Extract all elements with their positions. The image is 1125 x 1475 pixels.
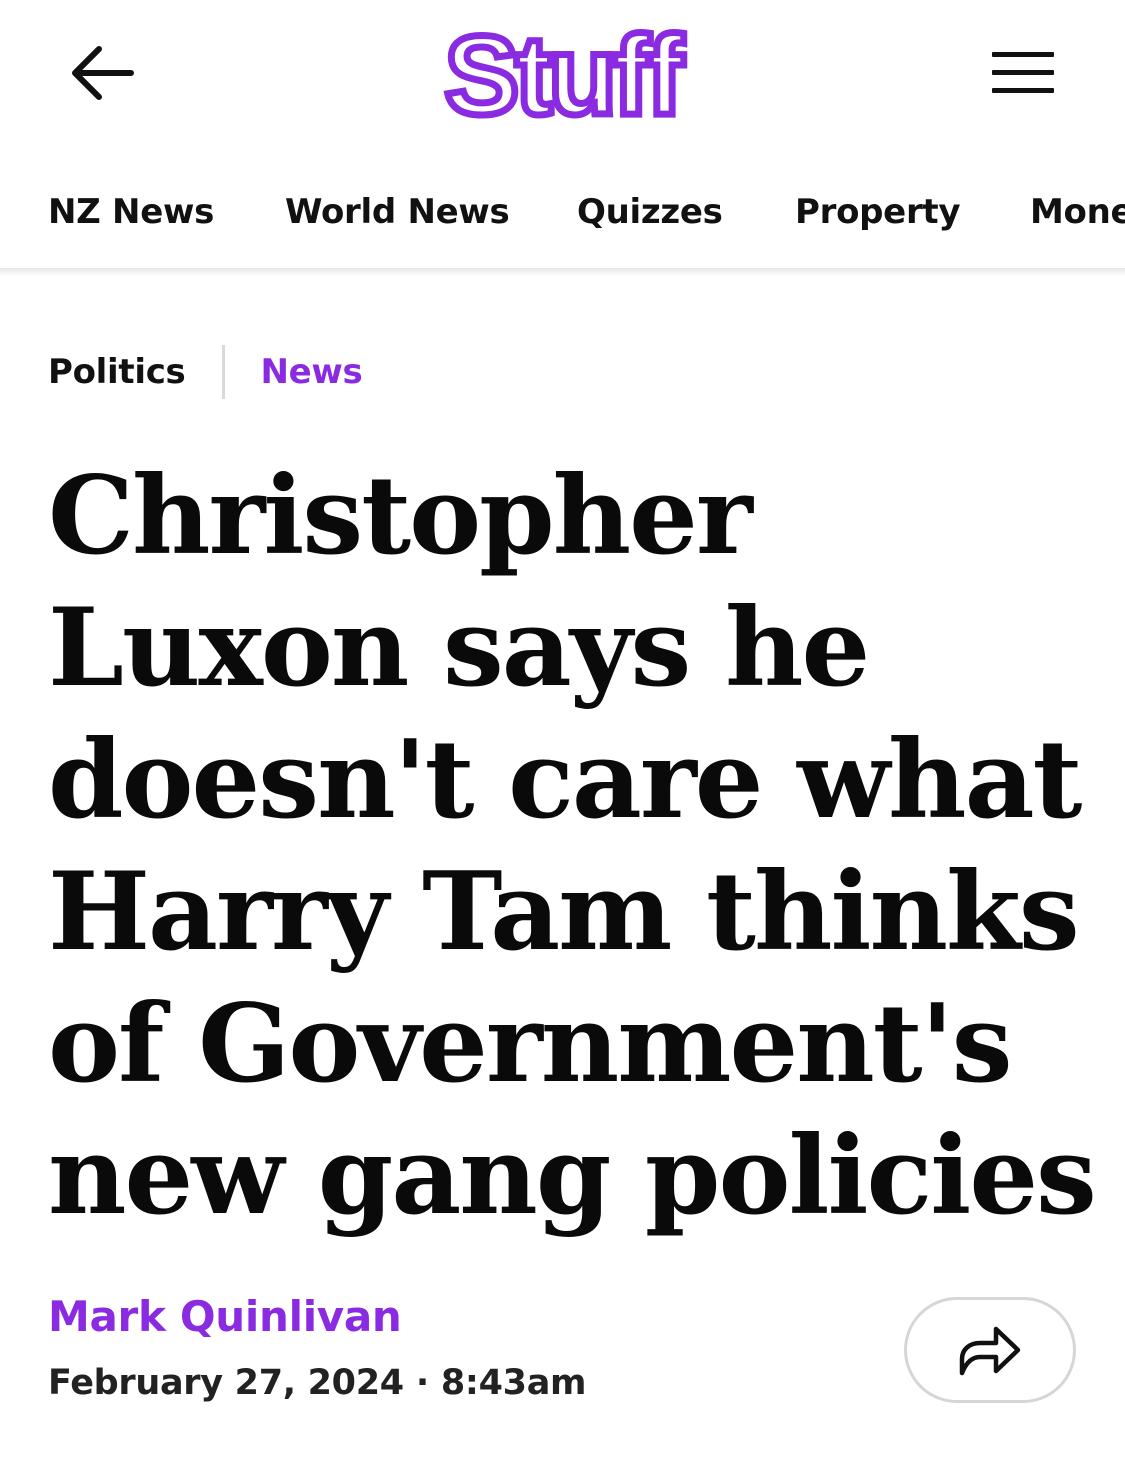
nav-item-world-news[interactable]: World News <box>285 192 510 232</box>
nav-item-property[interactable]: Property <box>795 192 961 232</box>
author-link[interactable]: Mark Quinlivan <box>48 1292 402 1341</box>
nav-item-money[interactable]: Mone <box>1030 192 1125 232</box>
nav-divider <box>0 268 1125 276</box>
section-nav: NZ News World News Quizzes Property Mone <box>0 168 1125 270</box>
date-separator: · <box>415 1363 429 1403</box>
menu-button[interactable] <box>985 42 1061 104</box>
logo-text: Stuff <box>444 18 684 128</box>
article-category-row: Politics News <box>48 344 363 400</box>
category-divider <box>221 345 225 399</box>
share-button[interactable] <box>904 1297 1076 1403</box>
article-headline: Christopher Luxon says he doesn't care w… <box>48 453 1097 1239</box>
category-link-news[interactable]: News <box>261 352 363 392</box>
publish-time: 8:43am <box>440 1363 587 1403</box>
publish-dateline: February 27, 2024 · 8:43am <box>48 1363 586 1403</box>
arrow-left-icon <box>72 46 134 100</box>
top-bar: Stuff <box>0 0 1125 145</box>
section-link-politics[interactable]: Politics <box>48 352 186 392</box>
back-button[interactable] <box>62 38 142 108</box>
publish-date: February 27, 2024 <box>48 1363 404 1403</box>
nav-item-quizzes[interactable]: Quizzes <box>577 192 723 232</box>
nav-item-nz-news[interactable]: NZ News <box>48 192 214 232</box>
hamburger-menu-icon <box>992 52 1054 93</box>
stuff-logo[interactable]: Stuff <box>420 10 705 142</box>
share-arrow-icon <box>959 1326 1021 1376</box>
